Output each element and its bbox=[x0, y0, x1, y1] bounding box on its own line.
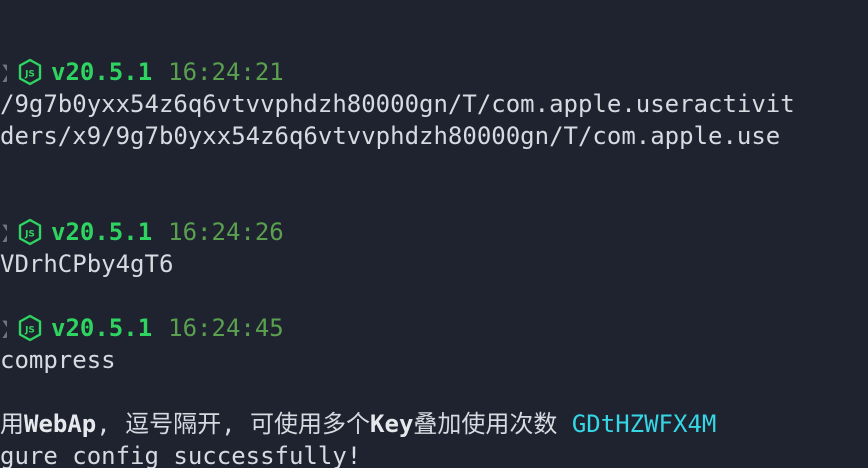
cn-text-1: 用 bbox=[0, 410, 24, 438]
cn-text-2: , 逗号隔开, 可使用多个 bbox=[96, 410, 371, 438]
node-version: v20.5.1 bbox=[51, 314, 153, 342]
node-version: v20.5.1 bbox=[51, 58, 153, 86]
prompt-line-2: ❯ JS v20.5.1 16:24:26 bbox=[0, 216, 284, 248]
output-path-line-1: /9g7b0yxx54z6q6vtvvphdzh80000gn/T/com.ap… bbox=[0, 90, 795, 118]
nodejs-icon: JS bbox=[18, 58, 42, 86]
prompt-chevron-icon: ❯ bbox=[0, 312, 7, 344]
prompt-chevron-icon: ❯ bbox=[0, 56, 7, 88]
timestamp: 16:24:21 bbox=[168, 58, 284, 86]
svg-text:JS: JS bbox=[24, 326, 35, 336]
output-success-line: gure config successfully! bbox=[0, 442, 362, 468]
cn-bold-key: Key bbox=[370, 410, 414, 438]
timestamp: 16:24:26 bbox=[168, 218, 284, 246]
cn-bold-webap: WebAp bbox=[24, 410, 97, 438]
output-compress-line: compress bbox=[0, 346, 116, 374]
cn-text-3: 叠加使用次数 bbox=[413, 410, 572, 438]
nodejs-icon: JS bbox=[18, 218, 42, 246]
prompt-line-1: ❯ JS v20.5.1 16:24:21 bbox=[0, 56, 284, 88]
svg-text:JS: JS bbox=[24, 230, 35, 240]
svg-text:JS: JS bbox=[24, 70, 35, 80]
output-token-line: VDrhCPby4gT6 bbox=[0, 250, 174, 278]
prompt-chevron-icon: ❯ bbox=[0, 216, 7, 248]
timestamp: 16:24:45 bbox=[168, 314, 284, 342]
output-path-line-2: ders/x9/9g7b0yxx54z6q6vtvvphdzh80000gn/T… bbox=[0, 122, 781, 150]
nodejs-icon: JS bbox=[18, 314, 42, 342]
cn-key-value: GDtHZWFX4M bbox=[571, 410, 717, 438]
node-version: v20.5.1 bbox=[51, 218, 153, 246]
output-chinese-line: 用WebAp, 逗号隔开, 可使用多个Key叠加使用次数 GDtHZWFX4M bbox=[0, 408, 716, 440]
prompt-line-3: ❯ JS v20.5.1 16:24:45 bbox=[0, 312, 284, 344]
